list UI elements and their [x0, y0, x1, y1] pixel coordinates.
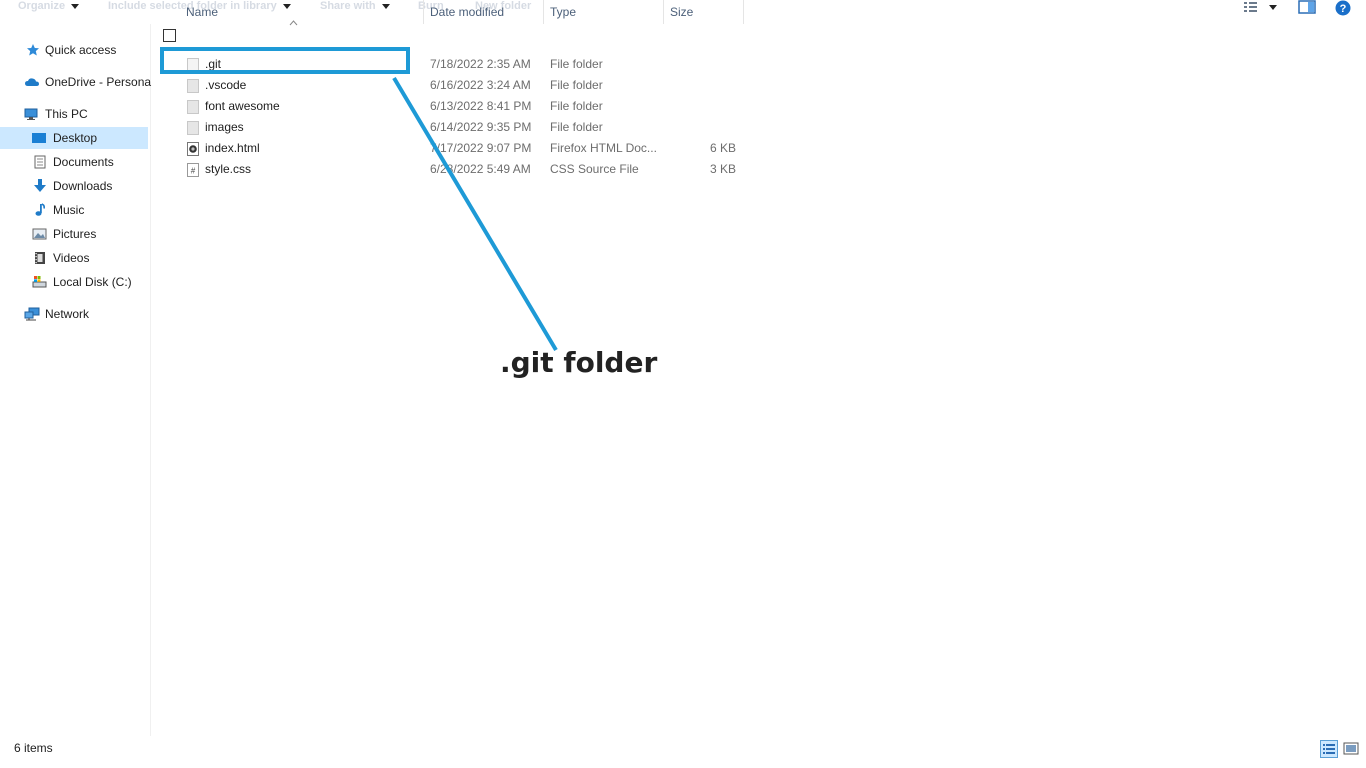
- file-date-modified: 6/16/2022 3:24 AM: [430, 78, 531, 92]
- file-type: CSS Source File: [550, 162, 639, 176]
- svg-text:?: ?: [1340, 3, 1347, 15]
- column-header-name[interactable]: Name: [180, 0, 424, 24]
- file-row-vscode[interactable]: .vscode 6/16/2022 3:24 AM File folder: [160, 75, 750, 96]
- file-type: File folder: [550, 57, 603, 71]
- folder-icon: [187, 100, 199, 114]
- file-name: style.css: [205, 162, 252, 176]
- sidebar-item-label: Network: [45, 307, 90, 321]
- sidebar-item-label: This PC: [45, 107, 88, 121]
- sidebar-item-videos[interactable]: Videos: [0, 247, 150, 269]
- cloud-icon: [25, 78, 39, 86]
- sidebar-item-downloads[interactable]: Downloads: [0, 175, 150, 197]
- column-header-date-modified[interactable]: Date modified: [424, 0, 544, 24]
- file-date-modified: 6/28/2022 5:49 AM: [430, 162, 531, 176]
- sidebar-item-label: Music: [53, 203, 85, 217]
- html-file-icon: [187, 142, 199, 156]
- sidebar-item-desktop[interactable]: Desktop: [0, 127, 148, 149]
- sidebar-item-label: Desktop: [53, 131, 98, 145]
- computer-icon: [24, 108, 38, 120]
- file-name: font awesome: [205, 99, 280, 113]
- status-item-count: 6 items: [14, 741, 53, 755]
- git-folder-highlight-box: [160, 47, 410, 74]
- sidebar-item-label: Quick access: [45, 43, 117, 57]
- window-bottom-edge: [0, 764, 1366, 768]
- file-row-font-awesome[interactable]: font awesome 6/13/2022 8:41 PM File fold…: [160, 96, 750, 117]
- disk-icon: [32, 276, 47, 288]
- sidebar-item-label: OneDrive - Persona: [45, 75, 152, 89]
- file-date-modified: 7/17/2022 9:07 PM: [430, 141, 532, 155]
- column-header-size[interactable]: Size: [664, 0, 744, 24]
- organize-label: Organize: [18, 0, 66, 12]
- organize-button[interactable]: Organize: [18, 0, 80, 12]
- file-row-style-css[interactable]: # style.css 6/28/2022 5:49 AM CSS Source…: [160, 159, 750, 180]
- picture-icon: [32, 228, 47, 240]
- file-size: 6 KB: [709, 141, 736, 155]
- sidebar-item-local-disk[interactable]: Local Disk (C:): [0, 271, 150, 293]
- file-name: images: [205, 120, 244, 134]
- annotation-label: .git folder: [500, 346, 658, 379]
- navigation-pane: Quick access OneDrive - Persona This PC …: [0, 24, 151, 736]
- download-arrow-icon: [34, 179, 46, 192]
- document-icon: [34, 155, 46, 169]
- css-file-icon: #: [187, 163, 199, 177]
- sidebar-item-label: Documents: [53, 155, 114, 169]
- svg-text:#: #: [191, 167, 196, 176]
- select-all-checkbox[interactable]: [163, 29, 176, 42]
- preview-pane-icon[interactable]: [1298, 0, 1316, 14]
- file-date-modified: 6/14/2022 9:35 PM: [430, 120, 532, 134]
- sidebar-item-quick-access[interactable]: Quick access: [0, 39, 150, 61]
- file-name: .vscode: [205, 78, 247, 92]
- chevron-down-icon: [71, 3, 80, 9]
- large-icons-view-icon[interactable]: [1342, 740, 1360, 758]
- file-row-index-html[interactable]: index.html 7/17/2022 9:07 PM Firefox HTM…: [160, 138, 750, 159]
- file-type: Firefox HTML Doc...: [550, 141, 657, 155]
- file-row-images[interactable]: images 6/14/2022 9:35 PM File folder: [160, 117, 750, 138]
- sidebar-item-pictures[interactable]: Pictures: [0, 223, 150, 245]
- file-type: File folder: [550, 120, 603, 134]
- folder-icon: [187, 121, 199, 135]
- sidebar-item-label: Local Disk (C:): [53, 275, 132, 289]
- file-type: File folder: [550, 99, 603, 113]
- details-view-icon[interactable]: [1320, 740, 1338, 758]
- star-icon: [27, 44, 39, 56]
- film-icon: [35, 252, 45, 264]
- file-date-modified: 7/18/2022 2:35 AM: [430, 57, 531, 71]
- help-icon[interactable]: ?: [1334, 0, 1352, 16]
- file-type: File folder: [550, 78, 603, 92]
- desktop-icon: [32, 133, 46, 143]
- sidebar-item-onedrive[interactable]: OneDrive - Persona: [0, 71, 152, 93]
- sidebar-item-label: Downloads: [53, 179, 113, 193]
- file-name: index.html: [205, 141, 260, 155]
- column-header-type[interactable]: Type: [544, 0, 664, 24]
- sidebar-item-music[interactable]: Music: [0, 199, 150, 221]
- sidebar-item-documents[interactable]: Documents: [0, 151, 150, 173]
- network-icon: [24, 307, 40, 321]
- sidebar-item-label: Videos: [53, 251, 90, 265]
- music-note-icon: [35, 203, 46, 216]
- file-date-modified: 6/13/2022 8:41 PM: [430, 99, 532, 113]
- sidebar-item-network[interactable]: Network: [0, 303, 150, 325]
- sidebar-item-this-pc[interactable]: This PC: [0, 103, 150, 125]
- folder-icon: [187, 79, 199, 93]
- view-options-icon[interactable]: [1243, 0, 1281, 14]
- file-size: 3 KB: [709, 162, 736, 176]
- sidebar-item-label: Pictures: [53, 227, 97, 241]
